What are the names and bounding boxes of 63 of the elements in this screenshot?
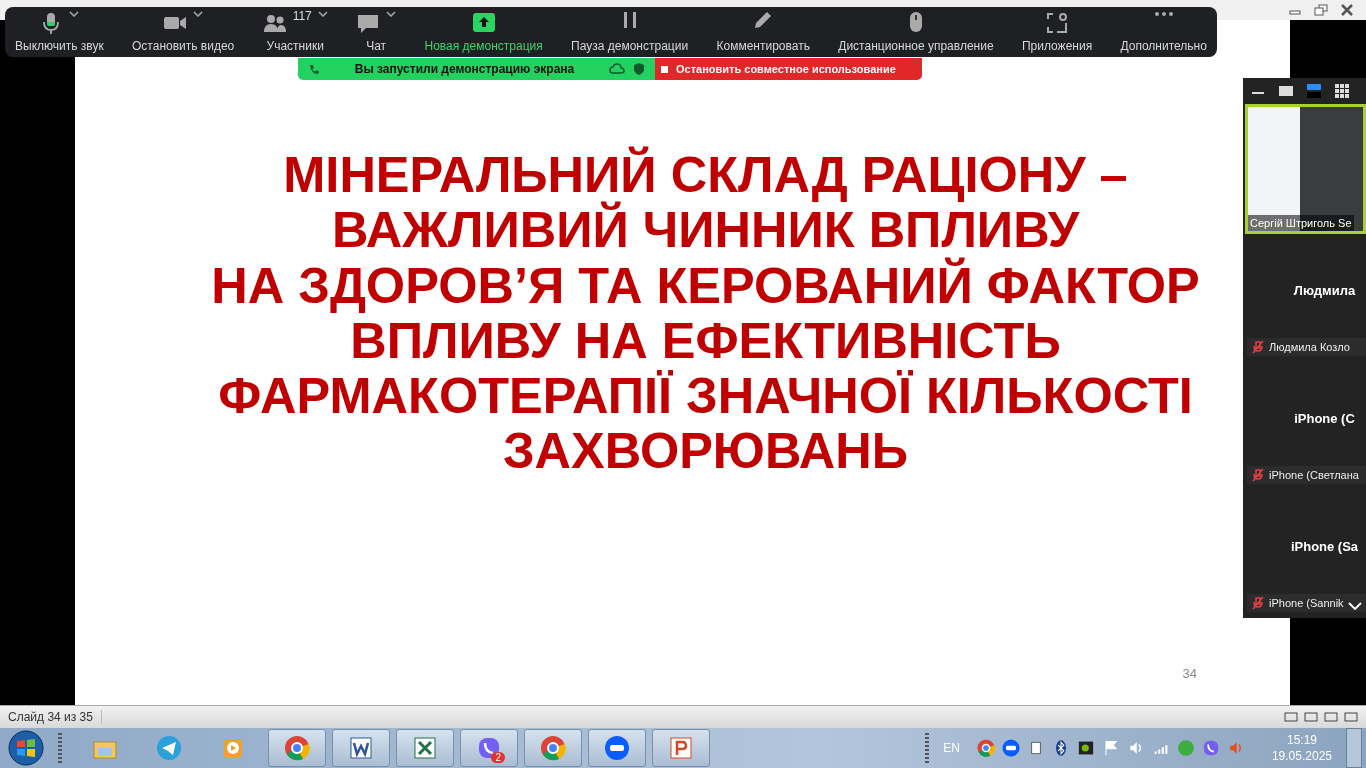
- sharing-message: Вы запустили демонстрацию экрана: [353, 62, 576, 76]
- participant-display-name: iPhone (C: [1294, 411, 1355, 426]
- show-desktop-button[interactable]: [1346, 728, 1362, 768]
- taskbar-app-button[interactable]: [652, 729, 710, 767]
- slide-number: 34: [1182, 666, 1197, 681]
- taskbar-app-button[interactable]: [396, 729, 454, 767]
- taskbar-app-button[interactable]: [524, 729, 582, 767]
- toolbar-button[interactable]: Чат: [354, 7, 399, 57]
- caret-icon[interactable]: [193, 11, 204, 17]
- status-text: Слайд 34 из 35: [8, 710, 102, 724]
- toolbar-button[interactable]: 117 Участники: [260, 7, 330, 57]
- toolbar-button[interactable]: Новая демонстрация: [422, 7, 545, 57]
- shield-icon: [633, 62, 645, 76]
- phone-icon: [308, 63, 320, 75]
- excel-icon: [411, 734, 439, 762]
- powerpoint-icon: [667, 734, 695, 762]
- more-icon: [1153, 11, 1174, 17]
- view-icon[interactable]: [1324, 712, 1338, 722]
- caret-icon[interactable]: [69, 11, 80, 17]
- grid-view-icon[interactable]: [1333, 82, 1351, 100]
- start-icon[interactable]: [8, 730, 44, 766]
- chrome-icon[interactable]: [975, 738, 996, 758]
- notification-badge: 2: [491, 752, 505, 763]
- mouse-icon: [908, 11, 923, 33]
- participant-name: iPhone (Светлана: [1269, 469, 1359, 481]
- participant-name: Сергій Штриголь Se: [1248, 215, 1354, 231]
- strip-view-icon[interactable]: [1305, 82, 1323, 100]
- zoom-icon[interactable]: [1000, 738, 1021, 758]
- taskbar-app-button[interactable]: 2: [460, 729, 518, 767]
- chevron-down-icon[interactable]: [1348, 602, 1362, 610]
- view-icon[interactable]: [1344, 712, 1358, 722]
- cloud-icon: [609, 63, 625, 75]
- toolbar-button[interactable]: Дистанционное управление: [836, 7, 996, 57]
- participant-name: iPhone (Sannik: [1269, 597, 1344, 609]
- restore-icon[interactable]: [1314, 4, 1328, 16]
- word-icon: [347, 734, 375, 762]
- toolbar-button[interactable]: Дополнительно: [1118, 7, 1209, 57]
- participant-name: Людмила Козло: [1269, 341, 1350, 353]
- telegram-icon: [155, 734, 183, 762]
- stop-share-button[interactable]: Остановить совместное использование: [655, 58, 922, 80]
- participant-count: 117: [292, 9, 312, 23]
- caret-icon[interactable]: [317, 11, 328, 17]
- toolbar-button[interactable]: Остановить видео: [130, 7, 237, 57]
- caret-icon[interactable]: [386, 11, 397, 17]
- slide-title: МІНЕРАЛЬНИЙ СКЛАД РАЦІОНУ – ВАЖЛИВИЙ ЧИННИК ВПЛИВУ НА ЗДОРОВ’Я ТА КЕРОВАНИЙ ФАКТОР ВПЛИВУ НА ЕФЕКТИВНІСТЬ ФАРМАКОТЕРАПІЇ ЗНАЧНОЇ КІЛЬКОСТІ ЗАХВОРЮВАНЬ: [211, 147, 1200, 479]
- view-icon[interactable]: [1284, 712, 1298, 722]
- toolbar-button[interactable]: Комментировать: [714, 7, 812, 57]
- toolbar-button[interactable]: Пауза демонстрации: [569, 7, 691, 57]
- view-icon[interactable]: [1304, 712, 1318, 722]
- apps-icon: [1045, 11, 1070, 35]
- toolbar-button[interactable]: Приложения: [1019, 7, 1095, 57]
- participant-display-name: iPhone (Sa: [1290, 539, 1359, 554]
- zoom-icon: [603, 734, 631, 762]
- taskbar-app-button[interactable]: [332, 729, 390, 767]
- chrome-icon: [539, 734, 567, 762]
- pause-icon: [622, 11, 637, 29]
- toolbar-button[interactable]: Выключить звук: [13, 7, 106, 57]
- taskbar-app-button[interactable]: [588, 729, 646, 767]
- chrome-icon: [283, 734, 311, 762]
- participant-display-name: Людмила: [1293, 283, 1356, 298]
- pencil-icon: [754, 11, 773, 29]
- taskbar-app-button[interactable]: [268, 729, 326, 767]
- close-icon[interactable]: [1340, 4, 1354, 16]
